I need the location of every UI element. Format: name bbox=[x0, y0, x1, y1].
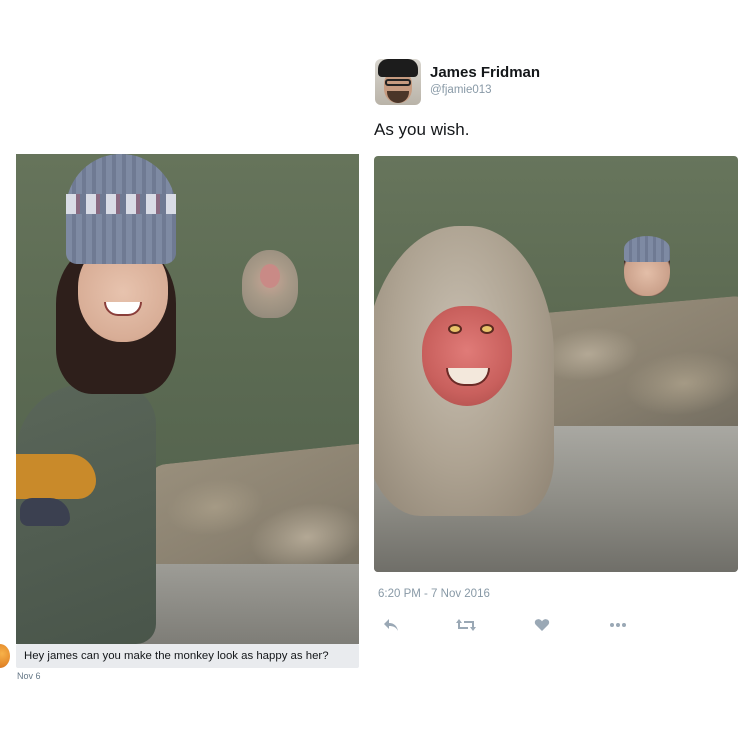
commenter-avatar[interactable] bbox=[0, 644, 10, 668]
photo-monkey-face bbox=[260, 264, 280, 288]
author-handle[interactable]: @fjamie013 bbox=[430, 84, 492, 96]
edited-photo[interactable] bbox=[374, 156, 738, 572]
tweet-text: As you wish. bbox=[374, 120, 470, 139]
author-name[interactable]: James Fridman bbox=[430, 64, 540, 81]
retweet-button[interactable] bbox=[455, 616, 477, 634]
photo-monkey-face bbox=[422, 306, 512, 406]
more-button[interactable] bbox=[607, 616, 629, 634]
photo-person-hat-band bbox=[66, 194, 176, 214]
like-button[interactable] bbox=[531, 616, 553, 634]
original-photo[interactable] bbox=[16, 154, 359, 644]
tweet-timestamp[interactable]: 6:20 PM - 7 Nov 2016 bbox=[378, 588, 490, 600]
more-icon bbox=[610, 623, 626, 627]
photo-person-shoe bbox=[20, 498, 70, 526]
reply-button[interactable] bbox=[380, 616, 402, 634]
caption-bar: Hey james can you make the monkey look a… bbox=[16, 644, 359, 668]
reply-icon bbox=[384, 619, 398, 631]
photo-person-pants bbox=[16, 454, 96, 499]
photo-monkey-eye bbox=[448, 324, 462, 334]
caption-date: Nov 6 bbox=[17, 671, 41, 681]
photo-person-hat bbox=[624, 236, 670, 262]
retweet-icon bbox=[456, 619, 476, 631]
caption-text: Hey james can you make the monkey look a… bbox=[24, 650, 329, 662]
photo-monkey-eye bbox=[480, 324, 494, 334]
heart-icon bbox=[534, 619, 550, 631]
author-avatar[interactable] bbox=[375, 59, 421, 105]
